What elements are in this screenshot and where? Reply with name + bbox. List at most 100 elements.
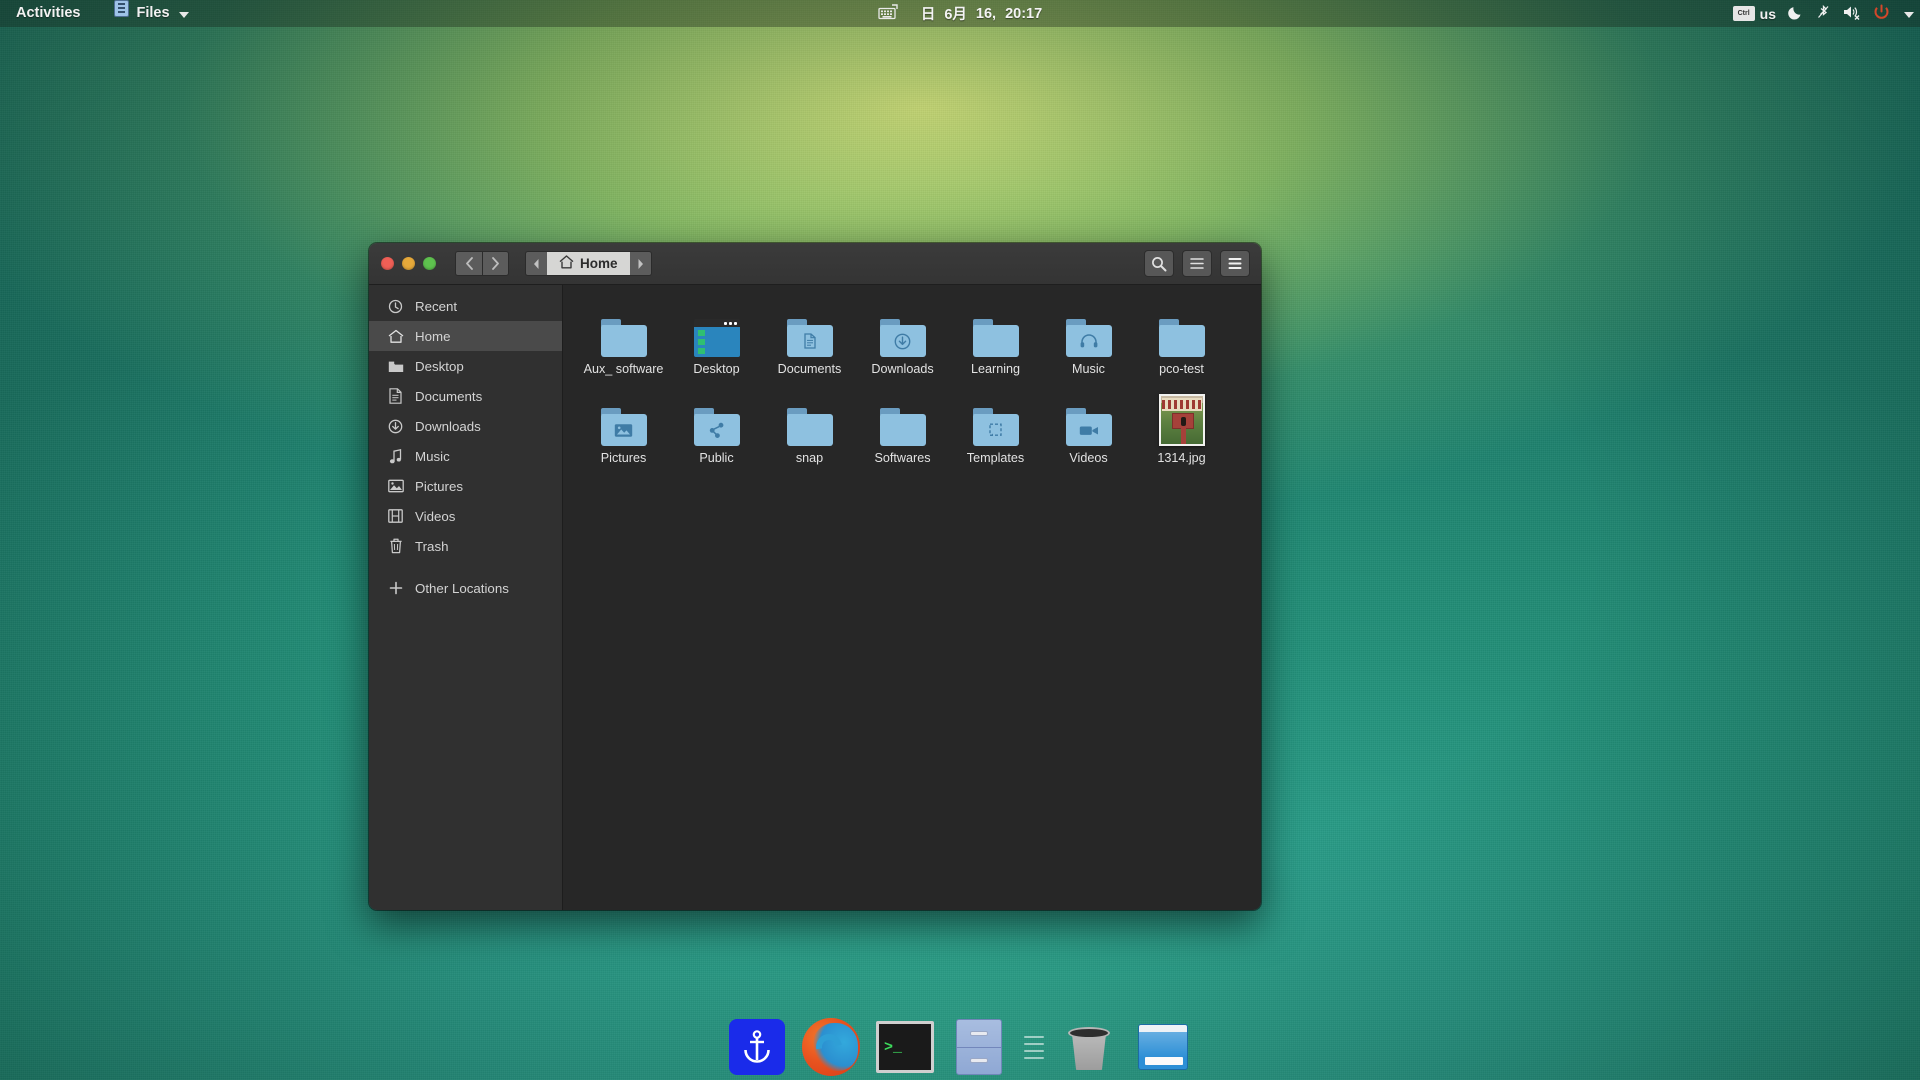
system-menu-chevron-icon[interactable] [1904, 11, 1914, 18]
back-button[interactable] [455, 251, 482, 276]
minimize-button[interactable] [402, 257, 415, 270]
file-label: Music [1072, 362, 1105, 376]
keyboard-layout-indicator[interactable]: Ctrl us [1732, 5, 1776, 22]
path-bar: Home [525, 251, 652, 276]
download-icon [387, 418, 404, 435]
trash-can-icon [1058, 1016, 1120, 1078]
activities-button[interactable]: Activities [6, 0, 90, 27]
trash-icon [387, 538, 404, 555]
dock-item-plank[interactable] [726, 1016, 788, 1078]
moon-icon[interactable] [1788, 4, 1804, 23]
music-folder-icon [1065, 305, 1112, 357]
file-label: Desktop [693, 362, 740, 376]
files-window: Home Recent Home Desktop Documents Downl… [369, 243, 1261, 910]
clock-history-icon [387, 298, 404, 315]
file-item-videos[interactable]: Videos [1042, 390, 1135, 465]
sidebar-item-other-locations[interactable]: Other Locations [369, 573, 562, 603]
photo-thumbnail [1158, 394, 1205, 447]
sidebar-label: Videos [415, 508, 456, 524]
file-label: 1314.jpg [1157, 451, 1206, 466]
file-item-desktop[interactable]: Desktop [670, 301, 763, 376]
path-button-home[interactable]: Home [547, 251, 630, 276]
file-item-softwares[interactable]: Softwares [856, 390, 949, 465]
dock-item-trash[interactable] [1058, 1016, 1120, 1078]
dock-separator-icon [1022, 1016, 1046, 1078]
clock-button[interactable]: 日 6月 16, 20:17 [878, 3, 1042, 24]
headerbar-actions [1144, 250, 1254, 277]
sidebar-label: Home [415, 328, 451, 344]
file-item-downloads[interactable]: Downloads [856, 301, 949, 376]
videos-folder-icon [1065, 394, 1112, 447]
main-menu-button[interactable] [1220, 250, 1250, 277]
folder-icon [972, 305, 1019, 357]
app-menu-button[interactable]: Files [104, 0, 198, 27]
file-label: snap [795, 451, 824, 466]
file-item-music[interactable]: Music [1042, 301, 1135, 376]
sidebar-item-pictures[interactable]: Pictures [369, 471, 562, 501]
file-item-pictures[interactable]: Pictures [577, 390, 670, 465]
file-item-pco-test[interactable]: pco-test [1135, 301, 1228, 376]
downloads-folder-icon [879, 305, 926, 357]
anchor-icon [726, 1016, 788, 1078]
pictures-folder-icon [600, 394, 647, 447]
file-item-documents[interactable]: Documents [763, 301, 856, 376]
public-folder-icon [693, 394, 740, 447]
dock-item-firefox[interactable] [800, 1016, 862, 1078]
close-button[interactable] [381, 257, 394, 270]
file-item-1314-jpg[interactable]: 1314.jpg [1135, 390, 1228, 465]
sidebar-item-music[interactable]: Music [369, 441, 562, 471]
path-scroll-left-button[interactable] [525, 251, 547, 276]
file-label: Documents [777, 362, 842, 376]
bluetooth-off-icon[interactable] [1816, 4, 1831, 24]
film-icon [387, 508, 404, 525]
file-label: Aux_ software [583, 362, 664, 376]
sidebar-label: Music [415, 448, 450, 464]
file-item-learning[interactable]: Learning [949, 301, 1042, 376]
home-icon [387, 328, 404, 345]
file-grid[interactable]: Aux_ software Desktop Documents Download… [563, 285, 1261, 910]
sidebar-item-trash[interactable]: Trash [369, 531, 562, 561]
dock-item-display[interactable] [1132, 1016, 1194, 1078]
sidebar-label: Desktop [415, 358, 464, 374]
image-icon [387, 478, 404, 495]
window-controls [376, 257, 441, 270]
file-label: Softwares [874, 451, 931, 466]
folder-icon [387, 358, 404, 375]
volume-muted-icon[interactable] [1843, 4, 1861, 23]
dock-item-terminal[interactable]: >_ [874, 1016, 936, 1078]
dock-item-files[interactable] [948, 1016, 1010, 1078]
keyboard-status-icon [878, 3, 898, 24]
sidebar-item-desktop[interactable]: Desktop [369, 351, 562, 381]
file-item-public[interactable]: Public [670, 390, 763, 465]
files-app-icon [114, 0, 130, 27]
file-item-snap[interactable]: snap [763, 390, 856, 465]
folder-icon [879, 394, 926, 447]
maximize-button[interactable] [423, 257, 436, 270]
folder-icon [600, 305, 647, 357]
clock-month: 6月 [944, 7, 967, 23]
keyboard-layout-label: us [1759, 5, 1776, 22]
power-icon[interactable] [1873, 4, 1890, 24]
sidebar-item-home[interactable]: Home [369, 321, 562, 351]
file-item-templates[interactable]: Templates [949, 390, 1042, 465]
window-body: Recent Home Desktop Documents Downloads … [369, 285, 1261, 910]
sidebar-separator [369, 561, 562, 573]
activities-label: Activities [16, 5, 81, 21]
search-button[interactable] [1144, 250, 1174, 277]
sidebar-item-documents[interactable]: Documents [369, 381, 562, 411]
sidebar-label: Trash [415, 538, 449, 554]
desktop-window-icon [693, 305, 740, 357]
home-icon [559, 255, 574, 272]
sidebar-label: Recent [415, 298, 458, 314]
document-icon [387, 388, 404, 405]
sidebar-item-downloads[interactable]: Downloads [369, 411, 562, 441]
forward-button[interactable] [482, 251, 509, 276]
path-scroll-right-button[interactable] [629, 251, 652, 276]
sidebar-label: Documents [415, 388, 483, 404]
sidebar-label: Other Locations [415, 580, 509, 596]
sidebar-item-videos[interactable]: Videos [369, 501, 562, 531]
file-item-aux-software[interactable]: Aux_ software [577, 301, 670, 376]
templates-folder-icon [972, 394, 1019, 447]
sidebar-item-recent[interactable]: Recent [369, 291, 562, 321]
view-options-button[interactable] [1182, 250, 1212, 277]
